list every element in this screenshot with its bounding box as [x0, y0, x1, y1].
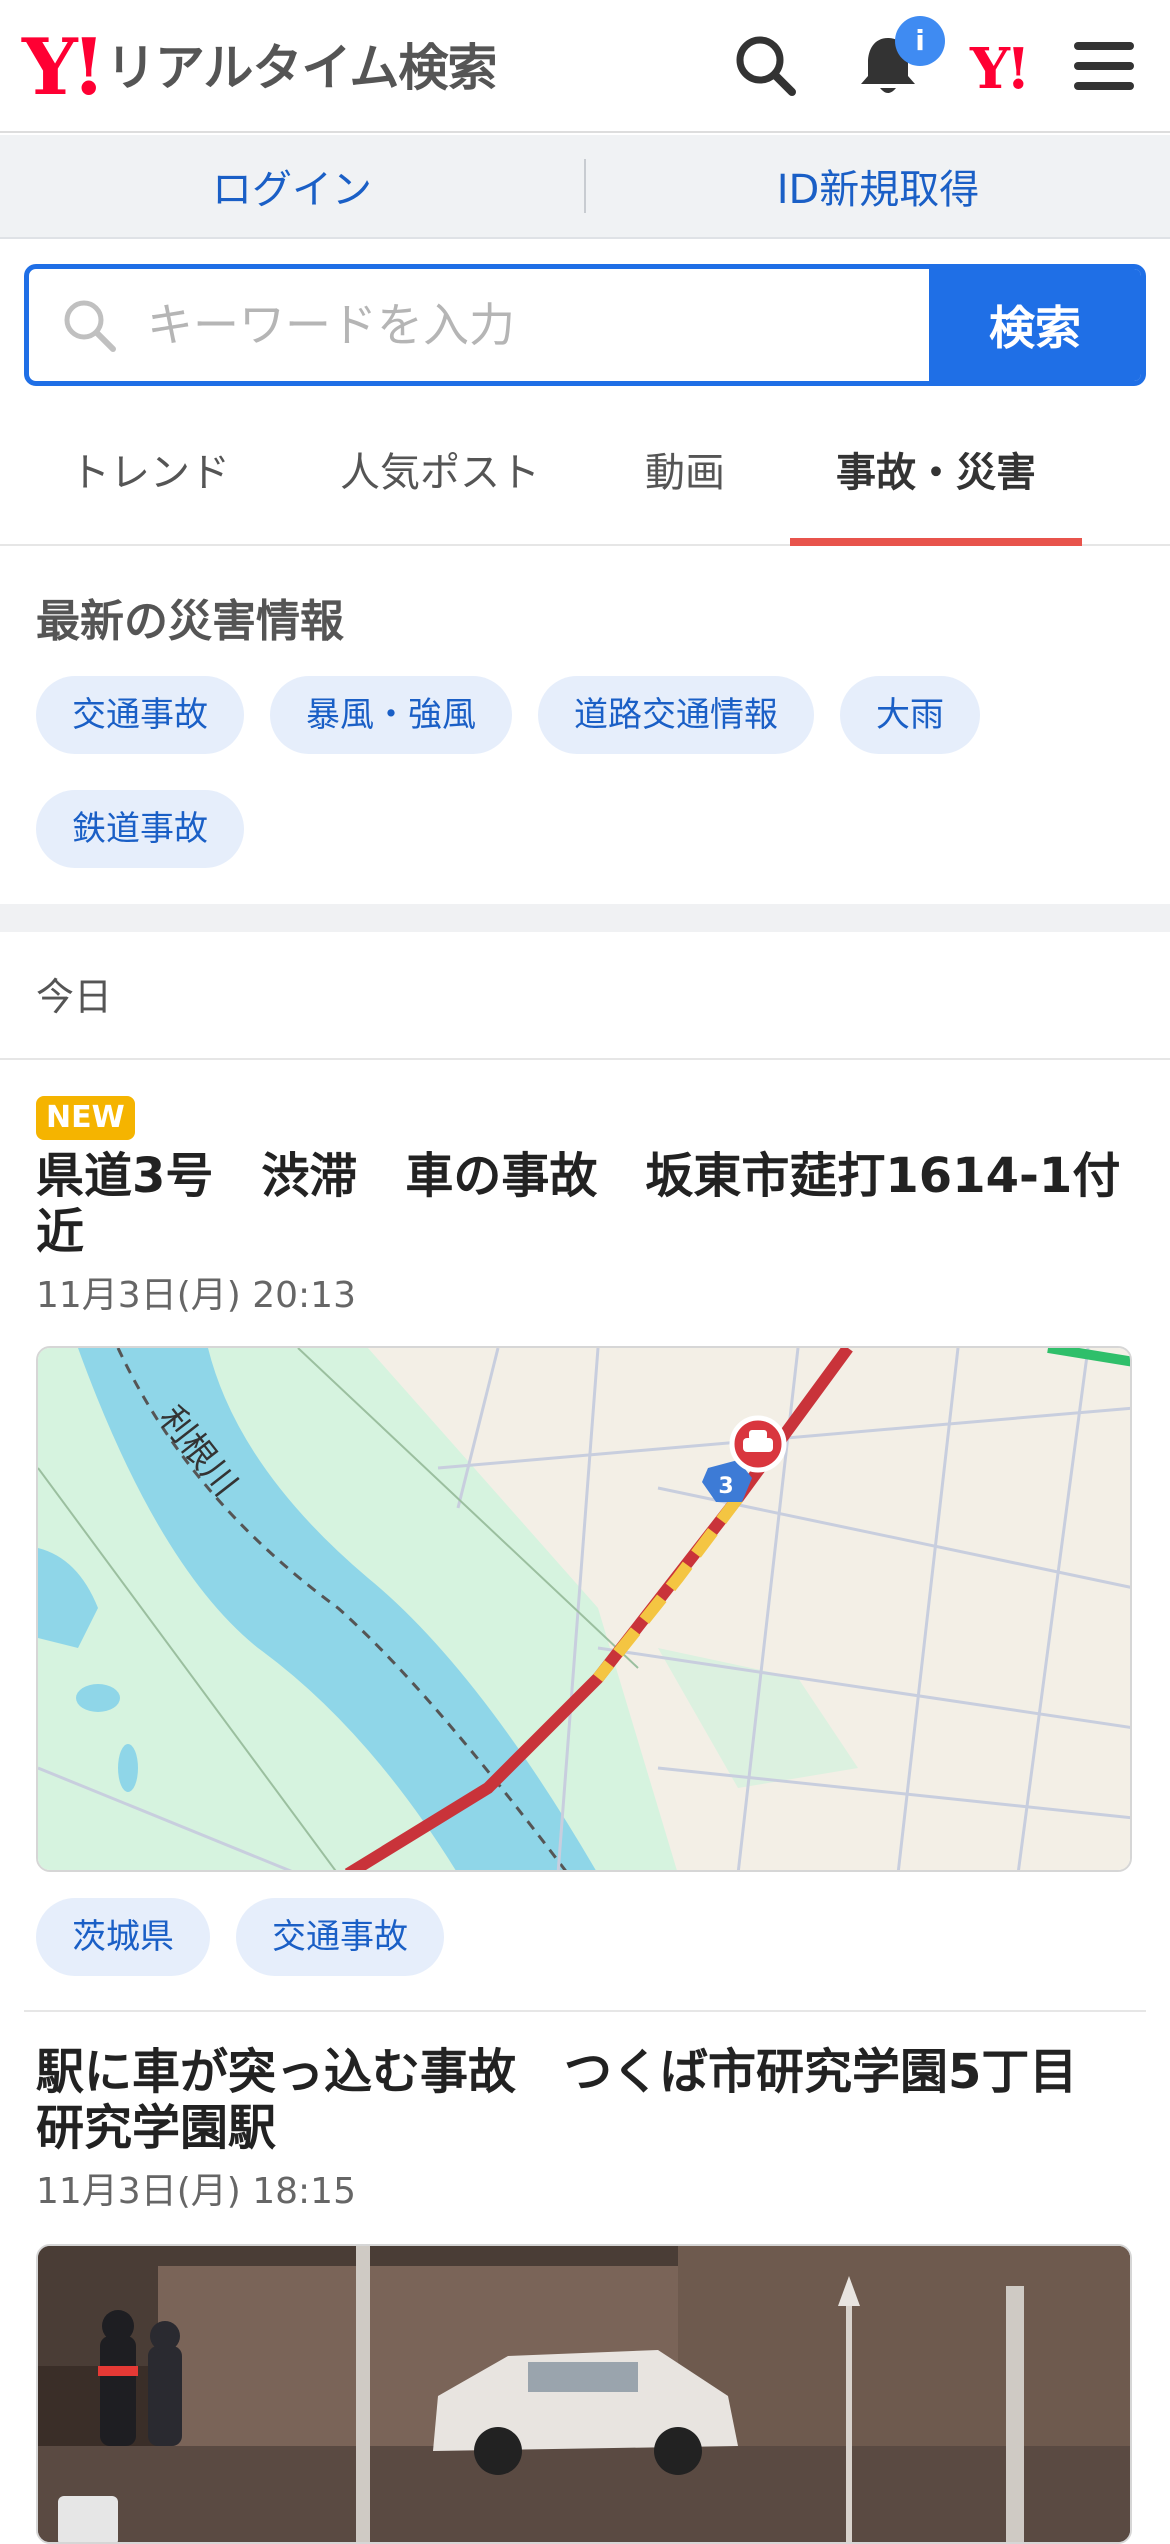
article-photo[interactable] [36, 2244, 1132, 2544]
search-bar: 検索 [24, 264, 1146, 386]
chip-road-traffic[interactable]: 道路交通情報 [538, 676, 814, 754]
chip-traffic-accident[interactable]: 交通事故 [36, 676, 244, 754]
yahoo-realtime-logo[interactable]: Y! リアルタイム検索 [22, 22, 497, 113]
login-link[interactable]: ログイン [0, 157, 584, 215]
article-divider [24, 2010, 1146, 2012]
chip-railway-accident[interactable]: 鉄道事故 [36, 790, 244, 868]
tab-trend[interactable]: トレンド [0, 400, 300, 544]
article-title[interactable]: 駅に車が突っ込む事故 つくば市研究学園5丁目 研究学園駅 [36, 2044, 1136, 2156]
accident-photo [38, 2246, 1130, 2542]
yahoo-mark-icon[interactable]: Y! [970, 36, 1031, 102]
tag-traffic-accident[interactable]: 交通事故 [236, 1898, 444, 1976]
category-tabs: トレンド 人気ポスト 動画 事故・災害 [0, 400, 1170, 546]
logo-text: リアルタイム検索 [105, 39, 497, 97]
article-time: 11月3日(月) 20:13 [36, 1275, 356, 1316]
tag-ibaraki[interactable]: 茨城県 [36, 1898, 210, 1976]
notification-badge: i [895, 16, 945, 66]
tab-accidents-disasters[interactable]: 事故・災害 [790, 400, 1082, 546]
article-title[interactable]: 県道3号 渋滞 車の事故 坂東市莚打1614-1付近 [36, 1148, 1136, 1260]
tab-popular-posts[interactable]: 人気ポスト [300, 400, 580, 544]
search-icon [64, 300, 116, 352]
search-input[interactable] [29, 269, 929, 381]
menu-icon[interactable] [1068, 30, 1140, 102]
disaster-chips: 交通事故 暴風・強風 道路交通情報 大雨 鉄道事故 [36, 676, 1136, 868]
article-tags: 茨城県 交通事故 [36, 1898, 444, 1976]
article-map-image[interactable]: 3 利根川 [36, 1346, 1132, 1872]
route-number-label: 3 [718, 1474, 733, 1499]
traffic-map: 3 利根川 [38, 1348, 1130, 1870]
search-button[interactable]: 検索 [929, 269, 1141, 381]
register-link[interactable]: ID新規取得 [586, 157, 1170, 215]
app-header: Y! リアルタイム検索 i Y! [0, 0, 1170, 133]
divider [0, 1058, 1170, 1060]
login-bar: ログイン ID新規取得 [0, 135, 1170, 239]
date-group-label: 今日 [36, 975, 113, 1019]
article-time: 11月3日(月) 18:15 [36, 2171, 356, 2212]
yahoo-logo-mark: Y! [22, 22, 106, 113]
chip-storm[interactable]: 暴風・強風 [270, 676, 512, 754]
search-icon[interactable] [730, 30, 802, 102]
new-badge: NEW [36, 1096, 135, 1140]
accident-icon [729, 1415, 787, 1473]
section-divider [0, 904, 1170, 932]
tab-videos[interactable]: 動画 [580, 400, 790, 544]
chip-heavy-rain[interactable]: 大雨 [840, 676, 980, 754]
disaster-section-title: 最新の災害情報 [36, 596, 344, 647]
search-field [29, 269, 929, 381]
